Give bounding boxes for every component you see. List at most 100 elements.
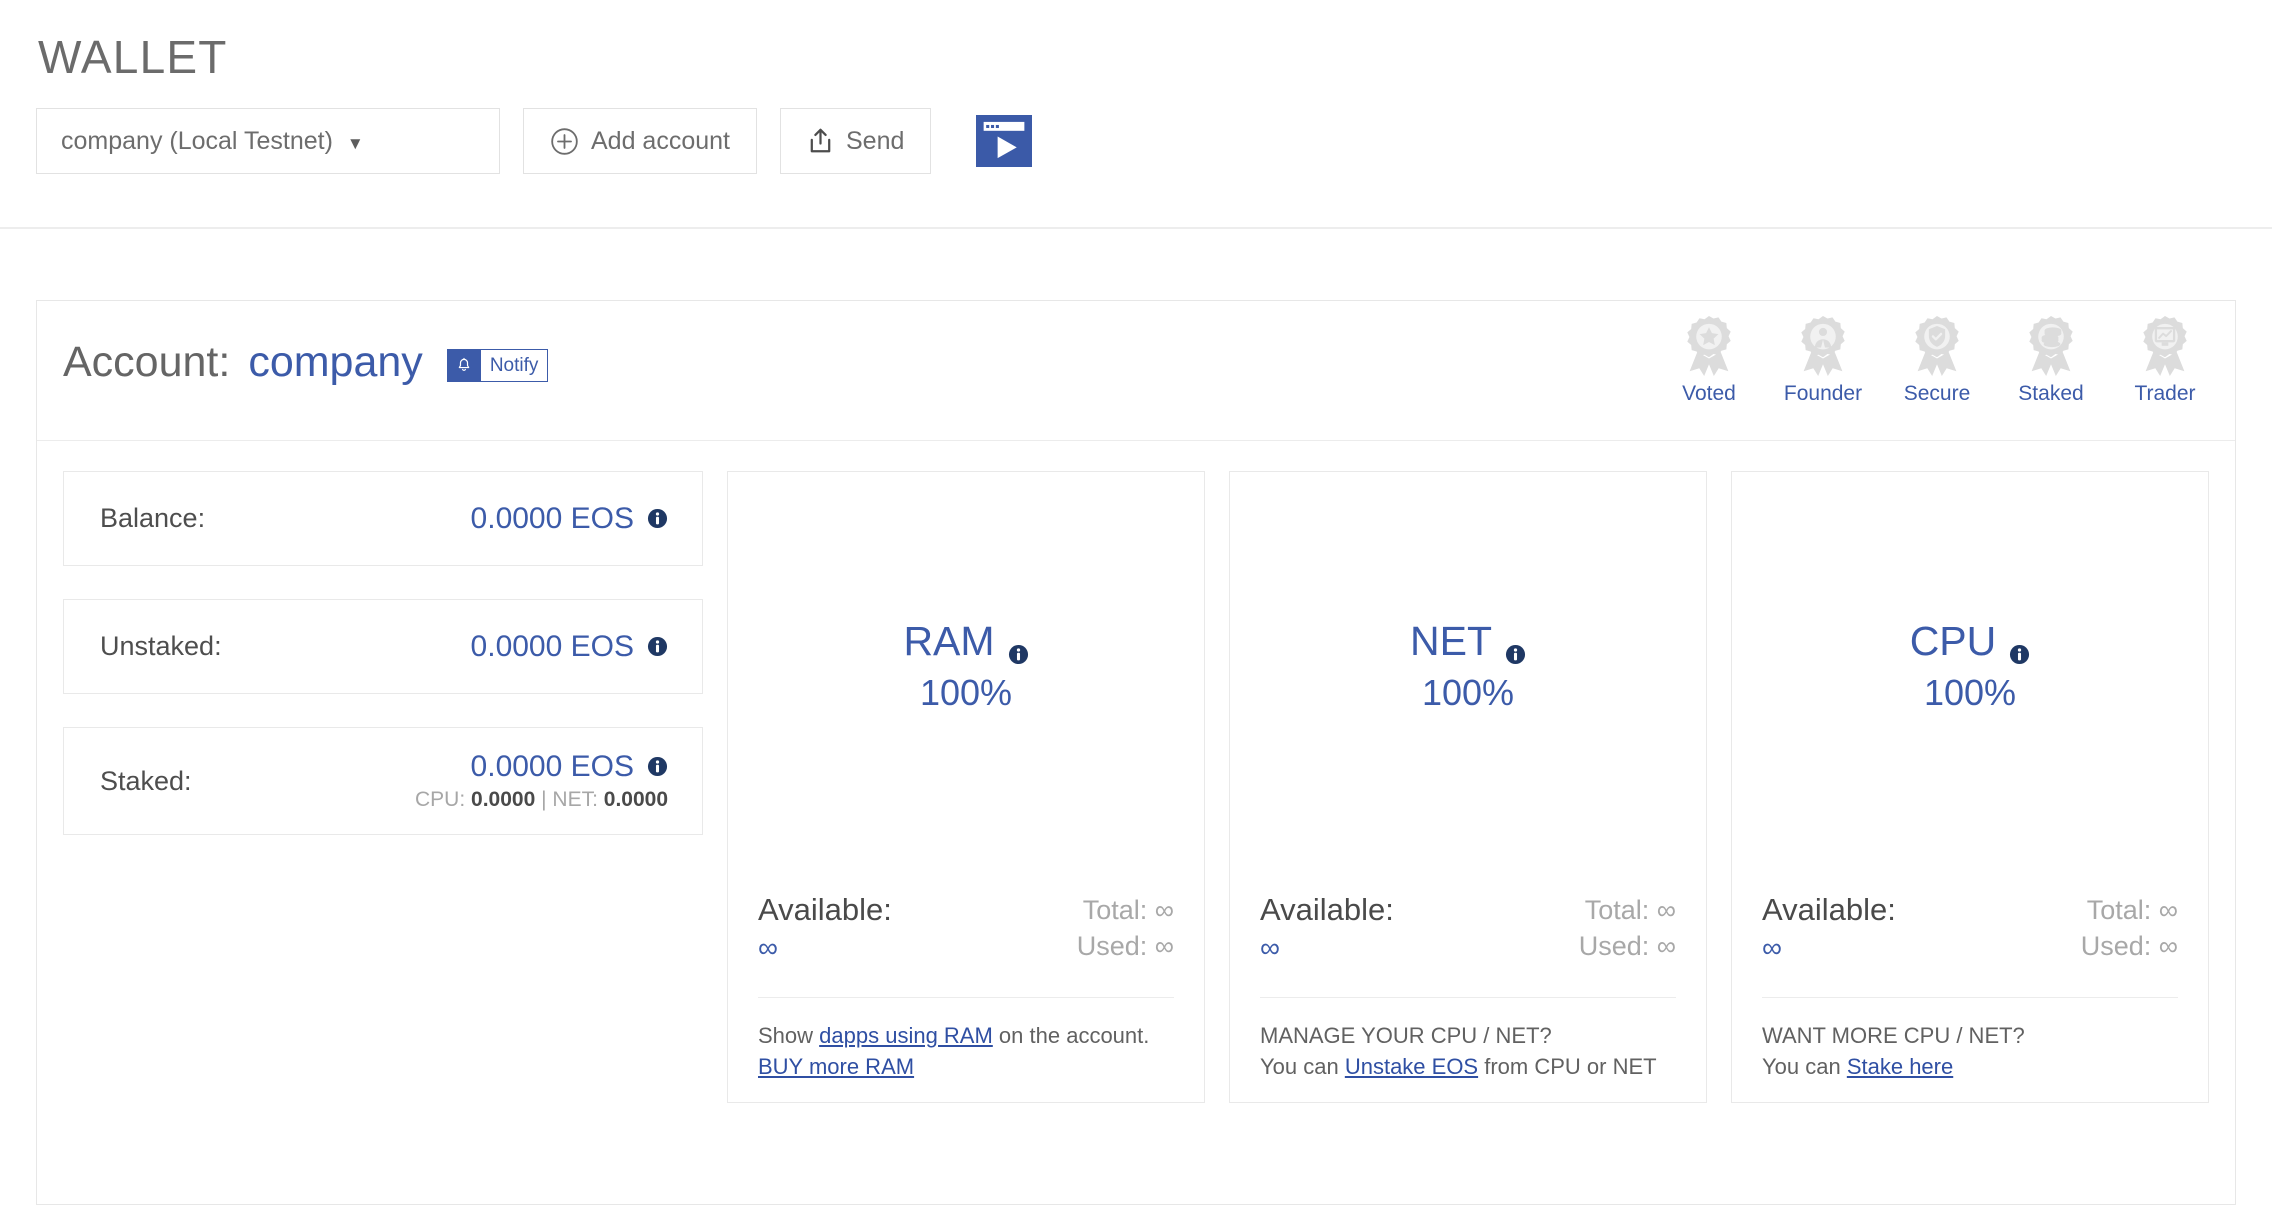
badge-secure[interactable]: Secure — [1897, 313, 1977, 404]
unstaked-row: Unstaked: 0.0000 EOS — [63, 599, 703, 694]
account-name[interactable]: company — [248, 341, 422, 384]
badge-label: Founder — [1783, 382, 1863, 405]
toolbar: company (Local Testnet) ▼ Add account Se… — [36, 108, 2272, 174]
cpu-percent: 100% — [1923, 671, 2017, 713]
net-footer: MANAGE YOUR CPU / NET? You can Unstake E… — [1260, 1020, 1676, 1082]
send-label: Send — [846, 126, 905, 155]
info-icon[interactable] — [1505, 631, 1526, 664]
ram-footer: Show dapps using RAM on the account. BUY… — [758, 1020, 1174, 1082]
bell-icon — [447, 350, 481, 381]
unstaked-label: Unstaked: — [100, 631, 222, 661]
ram-availability: Available: ∞ Total: ∞ Used: ∞ — [758, 892, 1174, 965]
ram-divider — [758, 996, 1174, 998]
net-available-value: ∞ — [1260, 932, 1280, 964]
notify-label: Notify — [480, 350, 548, 381]
notify-button[interactable]: Notify — [446, 349, 549, 382]
net-divider — [1260, 996, 1676, 998]
staked-row: Staked: 0.0000 EOS CPU: 0.0000 | NET: 0.… — [63, 727, 703, 835]
info-icon[interactable] — [647, 508, 668, 529]
medal-star-icon — [1678, 313, 1740, 379]
page-header: WALLET company (Local Testnet) ▼ Add acc… — [0, 0, 2272, 174]
ram-foot1-post: on the account. — [992, 1022, 1150, 1048]
cpu-footer-line2: You can Stake here — [1762, 1051, 2178, 1082]
badge-list: Voted Founder Secure Staked Trader — [1669, 313, 2205, 404]
badge-label: Voted — [1682, 382, 1736, 405]
net-footer-line1: MANAGE YOUR CPU / NET? — [1260, 1022, 1552, 1048]
info-icon[interactable] — [1008, 631, 1029, 664]
ram-percent: 100% — [919, 671, 1013, 713]
balance-row: Balance: 0.0000 EOS — [63, 471, 703, 566]
cpu-title-row: CPU — [1909, 617, 2031, 664]
unstake-eos-link[interactable]: Unstake EOS — [1345, 1054, 1478, 1079]
ram-card: RAM 100% Available: ∞ Total: ∞ Used: ∞ S… — [727, 471, 1205, 1103]
wallet-page: WALLET company (Local Testnet) ▼ Add acc… — [0, 0, 2272, 1228]
staked-cpu-value: 0.0000 — [471, 788, 536, 811]
ram-title-block: RAM 100% — [758, 498, 1174, 892]
add-account-label: Add account — [591, 126, 730, 155]
info-icon[interactable] — [647, 636, 668, 657]
badge-voted[interactable]: Voted — [1669, 313, 1749, 404]
account-select-value: company (Local Testnet) — [61, 126, 333, 155]
badge-label: Trader — [2134, 382, 2196, 405]
cpu-available-value: ∞ — [1762, 932, 1782, 964]
ram-title: RAM — [903, 617, 995, 664]
ram-available-label: Available: — [758, 891, 892, 927]
resource-cards: RAM 100% Available: ∞ Total: ∞ Used: ∞ S… — [727, 471, 2209, 1103]
account-select-dropdown[interactable]: company (Local Testnet) ▼ — [36, 108, 500, 174]
net-footer-line2: You can Unstake EOS from CPU or NET — [1260, 1051, 1676, 1082]
header-divider — [0, 227, 2272, 229]
cpu-available-label: Available: — [1762, 891, 1896, 927]
medal-coins-icon — [2020, 313, 2082, 379]
net-title-block: NET 100% — [1260, 498, 1676, 892]
badge-trader[interactable]: Trader — [2125, 313, 2205, 404]
staked-separator: | — [541, 788, 547, 811]
cpu-footer-line1: WANT MORE CPU / NET? — [1762, 1022, 2025, 1048]
cpu-availability: Available: ∞ Total: ∞ Used: ∞ — [1762, 892, 2178, 965]
badge-label: Staked — [2018, 382, 2084, 405]
cpu-card: CPU 100% Available: ∞ Total: ∞ Used: ∞ W… — [1731, 471, 2209, 1103]
badge-founder[interactable]: Founder — [1783, 313, 1863, 404]
info-icon[interactable] — [2009, 631, 2030, 664]
buy-more-ram-link[interactable]: BUY more RAM — [758, 1054, 914, 1079]
cpu-title-block: CPU 100% — [1762, 498, 2178, 892]
net-title-row: NET — [1410, 617, 1526, 664]
ram-available-value: ∞ — [758, 932, 778, 964]
net-available-label: Available: — [1260, 891, 1394, 927]
net-total: Total: ∞ — [1584, 894, 1676, 925]
info-icon[interactable] — [647, 756, 668, 777]
chevron-down-icon: ▼ — [346, 133, 364, 153]
balances-column: Balance: 0.0000 EOS Unstaked: 0.0000 EOS… — [63, 471, 703, 1103]
badge-staked[interactable]: Staked — [2011, 313, 2091, 404]
page-title: WALLET — [38, 31, 228, 83]
account-label: Account: — [63, 338, 231, 386]
staked-cpu-label: CPU: — [414, 788, 466, 811]
cpu-title: CPU — [1909, 617, 1997, 664]
medal-shield-icon — [1906, 313, 1968, 379]
add-account-button[interactable]: Add account — [523, 108, 757, 174]
medal-person-icon — [1792, 313, 1854, 379]
account-heading: Account: company Notify — [63, 338, 549, 386]
net-availability: Available: ∞ Total: ∞ Used: ∞ — [1260, 892, 1676, 965]
plus-circle-icon — [550, 127, 579, 156]
ram-foot1-pre: Show — [758, 1022, 820, 1048]
staked-net-value: 0.0000 — [603, 788, 668, 811]
net-used: Used: ∞ — [1578, 931, 1676, 962]
video-play-icon[interactable] — [976, 115, 1033, 167]
account-panel-body: Balance: 0.0000 EOS Unstaked: 0.0000 EOS… — [37, 441, 2235, 1103]
dapps-using-ram-link[interactable]: dapps using RAM — [819, 1023, 993, 1048]
unstaked-value: 0.0000 EOS — [470, 630, 634, 663]
ram-used: Used: ∞ — [1076, 931, 1174, 962]
share-upload-icon — [807, 127, 834, 156]
stake-here-link[interactable]: Stake here — [1847, 1054, 1953, 1079]
staked-value: 0.0000 EOS — [470, 750, 634, 783]
net-title: NET — [1410, 617, 1492, 664]
staked-label: Staked: — [100, 765, 192, 796]
send-button[interactable]: Send — [780, 108, 932, 174]
cpu-footer: WANT MORE CPU / NET? You can Stake here — [1762, 1020, 2178, 1082]
balance-label: Balance: — [100, 503, 206, 533]
net-card: NET 100% Available: ∞ Total: ∞ Used: ∞ M… — [1229, 471, 1707, 1103]
badge-label: Secure — [1903, 382, 1971, 405]
medal-chart-icon — [2134, 313, 2196, 379]
ram-footer-line1: Show dapps using RAM on the account. — [758, 1020, 1174, 1051]
ram-title-row: RAM — [903, 617, 1029, 664]
